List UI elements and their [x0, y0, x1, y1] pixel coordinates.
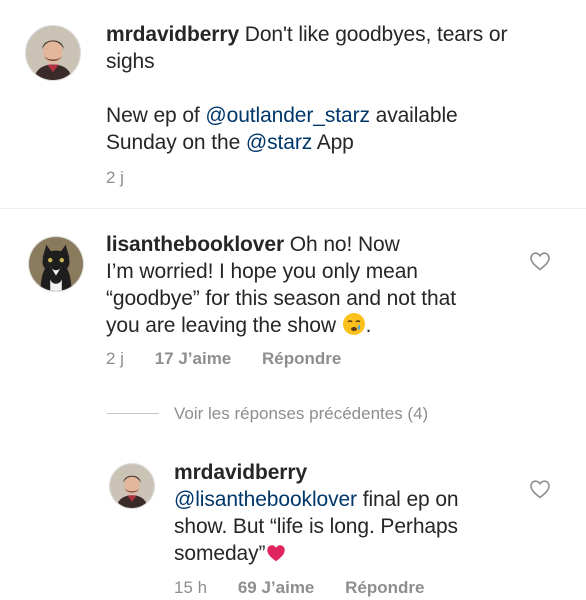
caption-line3-pre: New ep of — [106, 104, 206, 127]
comment-line4-post: . — [365, 314, 372, 337]
avatar-mrdavidberry[interactable] — [25, 25, 81, 81]
reply-username[interactable]: mrdavidberry — [174, 461, 307, 484]
reply-line2: show. But “life is long. Perhaps — [174, 515, 458, 538]
mention-starz[interactable]: @starz — [246, 131, 312, 154]
comment-line4-pre: you are leaving the show — [106, 314, 342, 337]
comment-line2: I’m worried! I hope you only mean — [106, 260, 418, 283]
caption-line4-post: App — [312, 131, 354, 154]
mention-lisanthebooklover[interactable]: @lisanthebooklover — [174, 488, 357, 511]
reply-timestamp: 15 h — [174, 578, 208, 597]
comment-text: lisanthebooklover Oh no! Now I’m worried… — [106, 231, 546, 343]
comment-line1: Oh no! Now — [289, 233, 400, 256]
profile-photo — [26, 26, 80, 80]
reply-meta: 15 h 69 J’aime Répondre — [174, 578, 424, 598]
reply-line3: someday” — [174, 542, 266, 565]
comment-line3: “goodbye” for this season and not that — [106, 287, 456, 310]
reply-likes[interactable]: 69 J’aime — [238, 578, 315, 597]
like-heart-icon[interactable] — [528, 249, 552, 273]
caption-line2: sighs — [106, 50, 155, 73]
view-replies-line — [107, 413, 159, 414]
reply-text: mrdavidberry @lisanthebooklover final ep… — [174, 459, 534, 571]
reply-button[interactable]: Répondre — [262, 349, 341, 368]
caption-line1: Don't like goodbyes, tears or — [244, 23, 508, 46]
comment-timestamp: 2 j — [106, 349, 124, 368]
red-heart-emoji — [265, 542, 287, 571]
reply-reply-button[interactable]: Répondre — [345, 578, 424, 597]
avatar-lisanthebooklover[interactable] — [28, 236, 84, 292]
comment-meta: 2 j 17 J’aime Répondre — [106, 349, 341, 369]
crying-face-emoji — [342, 312, 366, 343]
caption-line4-pre: Sunday on the — [106, 131, 246, 154]
post-timestamp: 2 j — [106, 168, 124, 187]
avatar-mrdavidberry-reply[interactable] — [109, 463, 155, 509]
reply-like-heart-icon[interactable] — [528, 477, 552, 501]
divider — [0, 208, 586, 209]
post-caption: mrdavidberry Don't like goodbyes, tears … — [106, 21, 566, 156]
comment-username[interactable]: lisanthebooklover — [106, 233, 284, 256]
profile-photo-cat — [29, 237, 83, 291]
caption-line3-post: available — [369, 104, 458, 127]
comment-likes[interactable]: 17 J’aime — [155, 349, 232, 368]
reply-line1-post: final ep on — [356, 488, 459, 511]
mention-outlander-starz[interactable]: @outlander_starz — [205, 104, 370, 127]
post-username[interactable]: mrdavidberry — [106, 23, 239, 46]
view-replies-button[interactable]: Voir les réponses précédentes (4) — [174, 404, 428, 424]
profile-photo — [110, 464, 154, 508]
